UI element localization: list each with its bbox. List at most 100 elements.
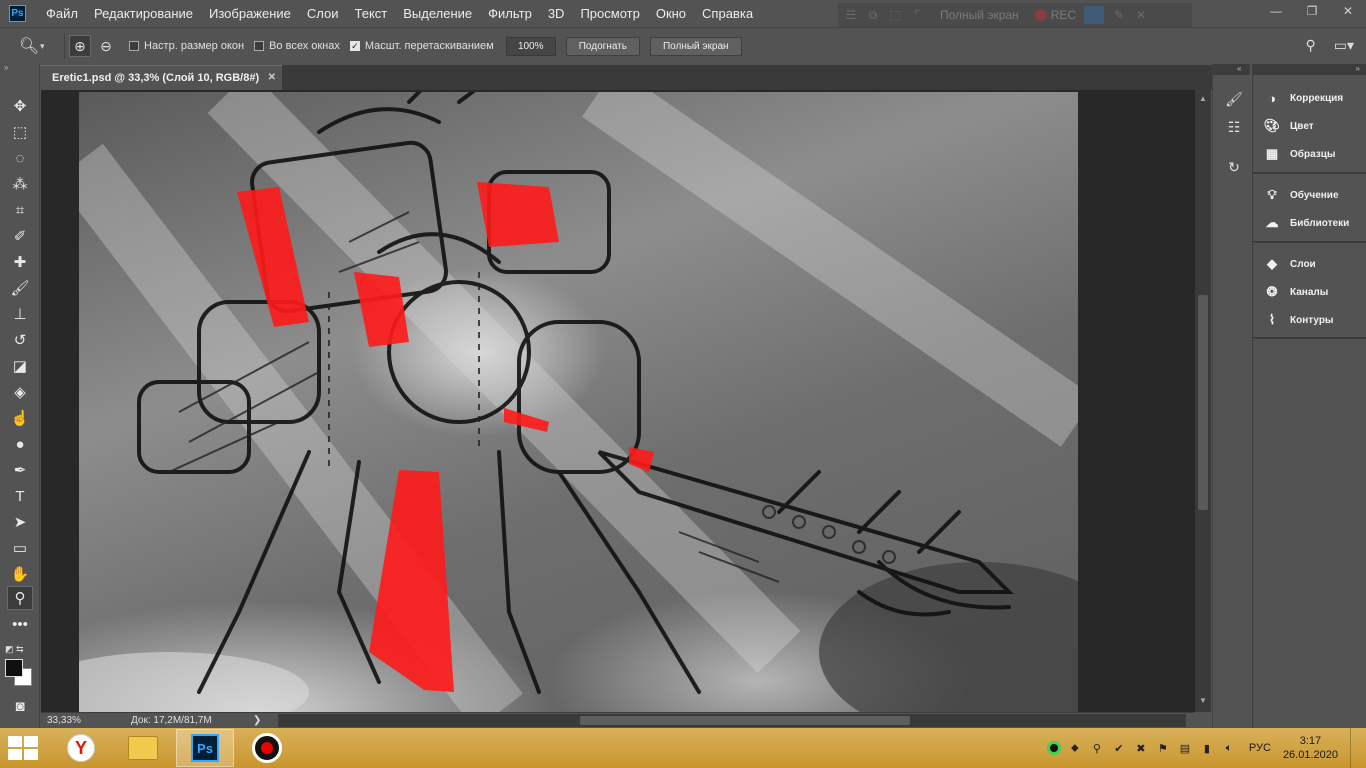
status-menu-arrow-icon[interactable]: ❯ [253,715,265,726]
foreground-color-swatch[interactable] [5,659,23,677]
brush-settings-icon[interactable]: 🖌︎ [1223,88,1245,110]
canvas-area[interactable] [41,90,1195,712]
smudge-tool-icon[interactable]: ☝ [7,406,33,430]
pencil-icon[interactable]: ✎ [1112,8,1126,22]
photoshop-logo-icon[interactable]: Ps [9,5,26,22]
default-colors-icon[interactable]: ◩ ⇆ [5,644,24,655]
menu-3d[interactable]: 3D [540,0,573,27]
zoom-out-icon[interactable]: ⊖ [95,35,117,57]
path-selection-tool-icon[interactable]: ➤ [7,510,33,534]
scroll-down-icon[interactable]: ▼ [1198,696,1208,705]
corner-frame-icon[interactable]: ⌜ [910,8,924,22]
dodge-tool-icon[interactable]: ● [7,432,33,456]
eyedropper-tool-icon[interactable]: ✐ [7,224,33,248]
horizontal-scroll-thumb[interactable] [580,716,910,725]
menu-lines-icon[interactable]: ☰ [844,8,858,22]
properties-sliders-icon[interactable]: ☷ [1223,116,1245,138]
rectangle-tool-icon[interactable]: ▭ [7,536,33,560]
healing-brush-tool-icon[interactable]: ✚ [7,250,33,274]
windows-icon[interactable]: ⧉ [866,8,880,22]
vertical-scroll-thumb[interactable] [1198,295,1208,510]
start-windows-icon[interactable] [8,736,38,760]
close-button[interactable]: ✕ [1330,0,1366,22]
menu-help[interactable]: Справка [694,0,761,27]
magic-wand-tool-icon[interactable]: ⁂ [7,172,33,196]
panel-libraries[interactable]: ☁ Библиотеки [1253,209,1366,237]
fill-screen-button[interactable]: Полный экран [649,36,742,56]
chevron-down-icon[interactable]: ▾ [40,41,52,52]
history-icon[interactable]: ↻ [1223,156,1245,178]
usb-device-icon[interactable]: ⚲ [1089,740,1105,756]
move-tool-icon[interactable]: ✥ [7,94,33,118]
close-tab-icon[interactable]: ✕ [268,72,276,83]
region-select-icon[interactable]: ⬚ [888,8,902,22]
zoom-percent-field[interactable]: 100% [505,36,556,56]
checkbox-checked-icon[interactable]: ✓ [349,41,360,51]
document-tab[interactable]: Eretic1.psd @ 33,3% (Слой 10, RGB/8#) ✕ [40,65,282,90]
rec-button[interactable]: REC [1034,8,1076,22]
recording-status-icon[interactable] [1046,741,1061,755]
zoom-tool-preset-icon[interactable]: 🔍︎ [18,35,40,57]
network-icon[interactable]: ▤ [1177,740,1193,756]
panel-color[interactable]: 🎨︎ Цвет [1253,112,1366,140]
menu-image[interactable]: Изображение [201,0,299,27]
security-icon[interactable]: ✔ [1111,740,1127,756]
status-zoom-field[interactable]: 33,33% [41,715,123,726]
checkbox-box[interactable] [254,41,265,51]
lasso-tool-icon[interactable]: ◌ [7,146,33,170]
network-share-icon[interactable]: ⬥ [1067,740,1083,756]
quick-mask-icon[interactable]: ◙ [7,694,33,718]
antivirus-icon[interactable]: ✖ [1133,740,1149,756]
more-tools-icon[interactable]: ••• [7,612,33,636]
horizontal-scrollbar[interactable] [278,714,1186,727]
zoom-tool-icon[interactable]: ⚲ [7,586,33,610]
menu-window[interactable]: Окно [648,0,694,27]
vertical-scrollbar[interactable]: ▲ ▼ [1195,90,1211,712]
type-tool-icon[interactable]: T [7,484,33,508]
all-windows-checkbox[interactable]: Во всех окнах [254,40,340,52]
minimize-button[interactable]: — [1258,0,1294,22]
panel-paths[interactable]: ⌇ Контуры [1253,306,1366,334]
collapse-arrows-icon[interactable]: « [1213,64,1250,75]
paint-bucket-tool-icon[interactable]: ◈ [7,380,33,404]
fit-screen-button[interactable]: Подогнать [565,36,640,56]
webcam-toggle-icon[interactable] [1084,6,1105,24]
menu-layers[interactable]: Слои [299,0,347,27]
show-desktop-button[interactable] [1350,728,1360,768]
restore-button[interactable]: ❐ [1294,0,1330,22]
brush-tool-icon[interactable]: 🖌︎ [7,276,33,300]
eraser-tool-icon[interactable]: ◪ [7,354,33,378]
collapse-arrows-icon[interactable]: » [0,64,39,74]
menu-select[interactable]: Выделение [395,0,480,27]
hand-tool-icon[interactable]: ✋ [7,562,33,586]
marquee-tool-icon[interactable]: ⬚ [7,120,33,144]
taskbar-yandex-browser[interactable]: Y [52,729,110,767]
taskbar-recorder[interactable] [238,729,296,767]
scrubby-zoom-checkbox[interactable]: ✓ Масшт. перетаскиванием [349,40,494,52]
workspace-icon[interactable]: ▭▾ [1334,37,1354,54]
input-language[interactable]: РУС [1249,742,1271,754]
collapse-arrows-icon[interactable]: » [1253,64,1366,75]
system-clock[interactable]: 3:17 26.01.2020 [1283,734,1338,762]
menu-type[interactable]: Текст [347,0,396,27]
panel-swatches[interactable]: ▦ Образцы [1253,140,1366,168]
panel-adjustments[interactable]: ◑ Коррекция [1253,84,1366,112]
taskbar-file-explorer[interactable] [114,729,172,767]
pen-tool-icon[interactable]: ✒ [7,458,33,482]
menu-filter[interactable]: Фильтр [480,0,540,27]
scroll-up-icon[interactable]: ▲ [1198,94,1208,103]
checkbox-box[interactable] [129,41,139,51]
history-brush-tool-icon[interactable]: ↺ [7,328,33,352]
panel-layers[interactable]: ◆ Слои [1253,250,1366,278]
clone-stamp-tool-icon[interactable]: ⊥ [7,302,33,326]
overlay-close-icon[interactable]: ✕ [1134,8,1148,22]
zoom-in-icon[interactable]: ⊕ [69,35,91,57]
artwork-canvas[interactable] [79,92,1078,712]
resize-windows-checkbox[interactable]: Настр. размер окон [129,40,244,52]
menu-view[interactable]: Просмотр [572,0,647,27]
taskbar-photoshop[interactable]: Ps [176,729,234,767]
panel-channels[interactable]: ❂ Каналы [1253,278,1366,306]
crop-tool-icon[interactable]: ⌗ [7,198,33,222]
menu-edit[interactable]: Редактирование [86,0,201,27]
action-center-flag-icon[interactable]: ⚑ [1155,740,1171,756]
